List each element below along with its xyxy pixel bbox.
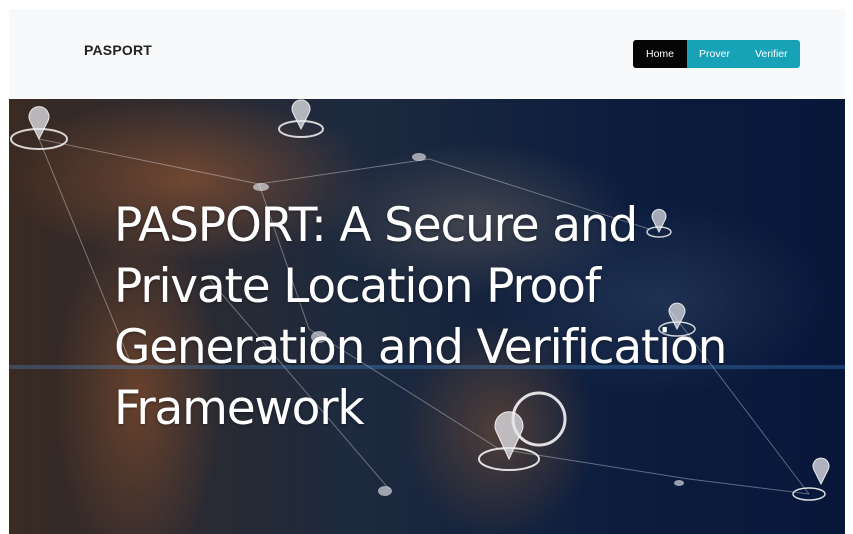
location-pin-icon [792,457,830,501]
location-pin-icon [278,99,324,138]
hero-title: PASPORT: A Secure and Private Location P… [114,198,727,436]
nav-prover-button[interactable]: Prover [687,40,743,68]
nav-verifier-button[interactable]: Verifier [742,40,800,68]
page-frame: PASPORT Home Prover Verifier PASPORT: A … [9,9,845,534]
brand-logo[interactable]: PASPORT [84,42,152,58]
nav-button-group: Home Prover Verifier [633,40,800,68]
hero-banner: PASPORT: A Secure and Private Location P… [9,99,845,534]
nav-home-button[interactable]: Home [633,40,688,68]
navbar: PASPORT Home Prover Verifier [9,9,845,99]
